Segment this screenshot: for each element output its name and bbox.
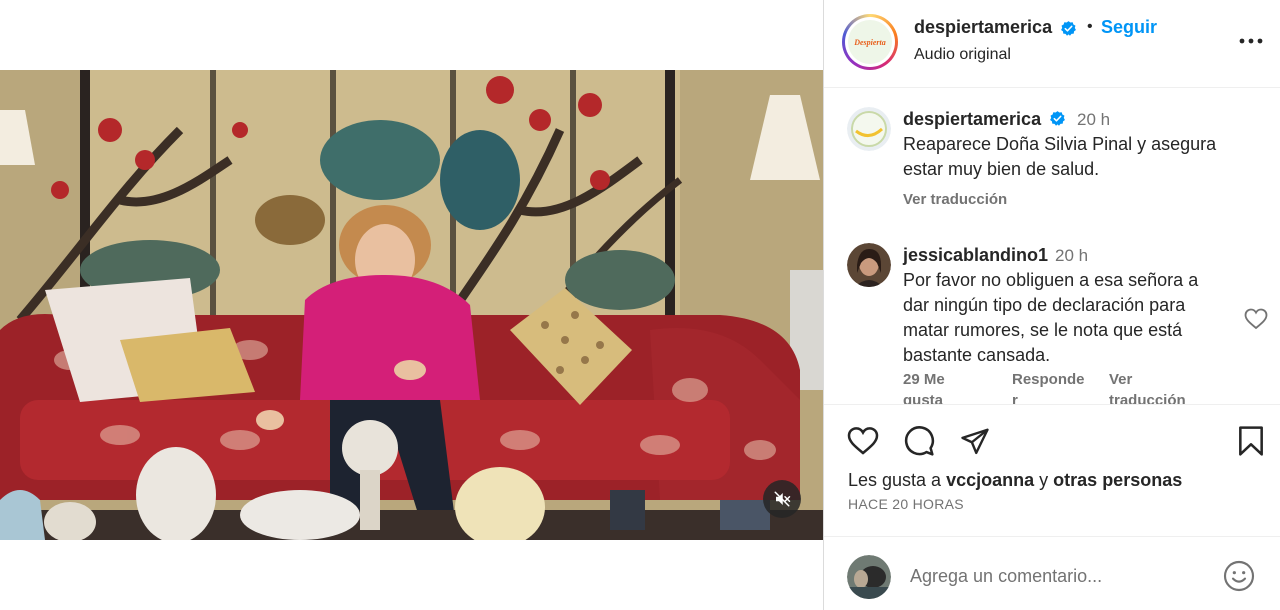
- follow-button[interactable]: Seguir: [1101, 17, 1157, 38]
- caption-text-line-2: estar muy bien de salud.: [903, 159, 1100, 179]
- comments-list[interactable]: despiertamerica 20 h Reaparece Doña Silv…: [824, 89, 1280, 405]
- mute-toggle-button[interactable]: [763, 480, 801, 518]
- comment-translate-link[interactable]: Ver: [1109, 369, 1132, 390]
- media-column: [0, 0, 823, 610]
- commenter-avatar[interactable]: [847, 243, 891, 287]
- save-button[interactable]: [1234, 424, 1268, 458]
- muted-speaker-icon: [774, 491, 791, 507]
- add-comment-bar: [824, 536, 1280, 610]
- post-side-panel: Despierta despiertamerica • Seguir Audio…: [823, 0, 1280, 610]
- author-avatar[interactable]: Despierta: [842, 14, 898, 70]
- comment-reply-link[interactable]: Responde: [1012, 369, 1085, 390]
- post-actions-bar: [824, 418, 1280, 466]
- more-options-icon: [1239, 38, 1263, 44]
- post-header: Despierta despiertamerica • Seguir Audio…: [824, 0, 1280, 88]
- current-user-avatar[interactable]: [847, 555, 891, 599]
- liker-username[interactable]: vccjoanna: [946, 470, 1034, 490]
- heart-icon: [847, 427, 879, 455]
- add-comment-input[interactable]: [910, 563, 1210, 589]
- verified-badge-icon: [1050, 111, 1065, 126]
- caption-username[interactable]: despiertamerica: [903, 109, 1041, 130]
- share-icon: [961, 428, 989, 455]
- post-video[interactable]: [0, 70, 823, 540]
- caption-author-avatar[interactable]: [847, 107, 891, 151]
- bookmark-icon: [1239, 426, 1263, 456]
- comment-icon: [904, 426, 935, 456]
- comment-likes-count-wrap[interactable]: gusta: [903, 390, 943, 404]
- comment-text-line-1: Por favor no obliguen a esa señora a: [903, 270, 1199, 290]
- comment-text-line-3: matar rumores, se le nota que está: [903, 320, 1183, 340]
- despierta-america-logo: Despierta: [848, 20, 892, 64]
- caption-time[interactable]: 20 h: [1077, 110, 1110, 130]
- caption-translate-link[interactable]: Ver traducción: [903, 189, 1007, 210]
- caption-text-line-1: Reaparece Doña Silvia Pinal y asegura: [903, 134, 1217, 154]
- share-button[interactable]: [958, 424, 992, 458]
- emoji-icon[interactable]: [1223, 560, 1255, 592]
- comment-like-heart-icon[interactable]: [1244, 308, 1268, 330]
- current-user-photo: [847, 555, 891, 599]
- verified-badge-icon: [1061, 21, 1076, 36]
- comment-likes-count[interactable]: 29 Me: [903, 369, 945, 390]
- others-link[interactable]: otras personas: [1053, 470, 1182, 490]
- likes-conjunction: y: [1039, 470, 1049, 490]
- more-options-button[interactable]: [1238, 30, 1264, 52]
- logo-text: Despierta: [854, 37, 886, 47]
- avatar-ring-inner: Despierta: [845, 17, 895, 67]
- comment-button[interactable]: [902, 424, 936, 458]
- author-username[interactable]: despiertamerica: [914, 17, 1052, 38]
- video-frame-image: [0, 70, 823, 540]
- comment-time[interactable]: 20 h: [1055, 246, 1088, 266]
- comment-text-line-4: bastante cansada.: [903, 345, 1051, 365]
- comment-translate-link-wrap[interactable]: traducción: [1109, 390, 1186, 404]
- post-timestamp[interactable]: HACE 20 HORAS: [848, 496, 964, 512]
- comment-username[interactable]: jessicablandino1: [903, 245, 1048, 266]
- commenter-photo: [847, 243, 891, 287]
- despierta-america-logo: [847, 107, 891, 151]
- likes-prefix: Les gusta a: [848, 470, 942, 490]
- comment-reply-link-wrap[interactable]: r: [1012, 390, 1018, 404]
- header-separator: •: [1087, 18, 1093, 35]
- comment-text-line-2: dar ningún tipo de declaración para: [903, 295, 1186, 315]
- audio-label[interactable]: Audio original: [914, 46, 1011, 64]
- likes-summary: Les gusta a vccjoanna y otras personas: [848, 470, 1182, 491]
- like-button[interactable]: [846, 424, 880, 458]
